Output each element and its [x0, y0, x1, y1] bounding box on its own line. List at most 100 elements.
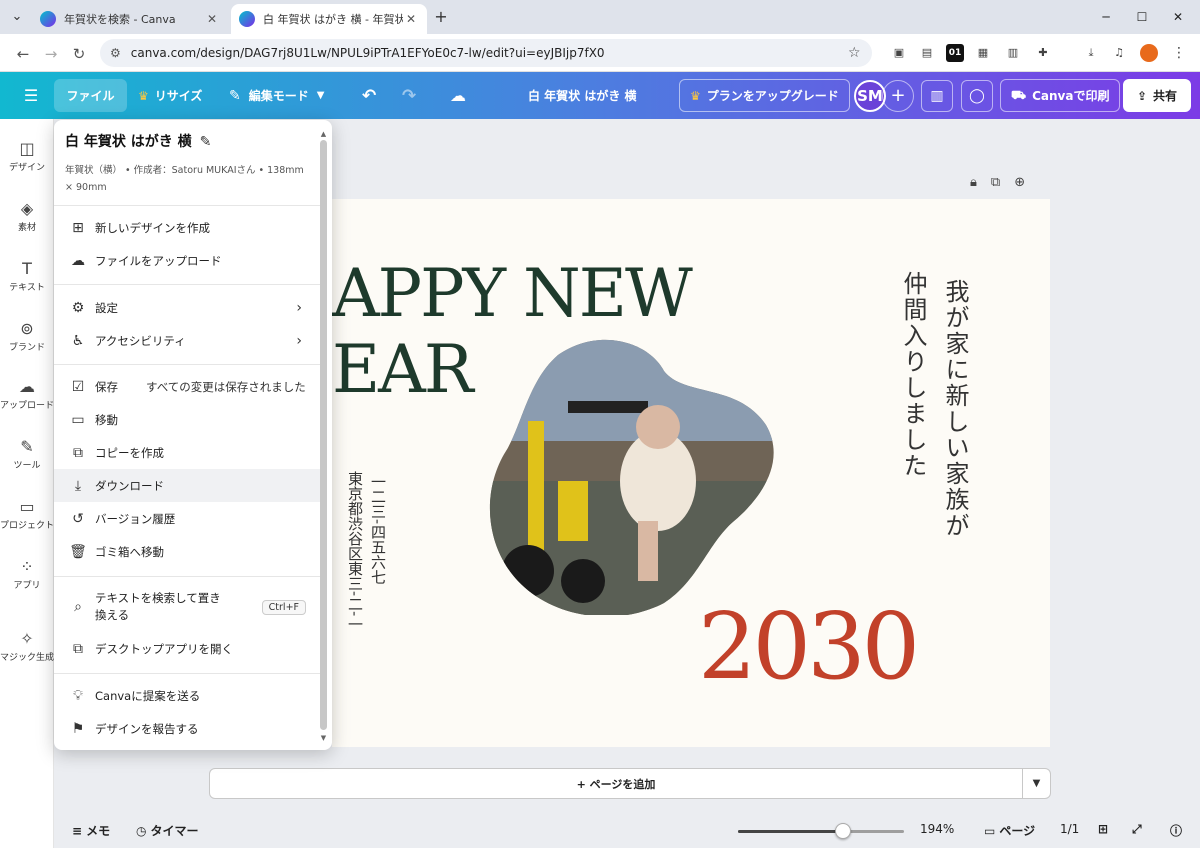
rail-item-label: 素材: [17, 223, 36, 233]
extension-icon[interactable]: ▦: [974, 44, 992, 62]
bookmark-star-icon[interactable]: ☆: [848, 45, 872, 61]
notes-button[interactable]: ≡ メモ: [72, 822, 110, 839]
upload-cloud-icon: ☁: [71, 252, 85, 269]
rail-item-design[interactable]: ◫ デザイン: [0, 139, 54, 173]
duplicate-page-icon[interactable]: ⧉: [991, 175, 1000, 190]
hamburger-menu-icon[interactable]: ☰: [20, 79, 42, 112]
headline-line-2[interactable]: EAR: [332, 337, 474, 403]
year-text[interactable]: 2030: [698, 601, 920, 693]
extension-icon[interactable]: ▥: [1004, 44, 1022, 62]
cloud-save-icon[interactable]: ☁: [450, 79, 466, 112]
add-page-icon[interactable]: ⊕: [1014, 175, 1025, 190]
menu-item-make-copy[interactable]: ⧉ コピーを作成: [54, 436, 320, 469]
close-window-icon[interactable]: ✕: [1160, 6, 1196, 28]
rail-item-upload[interactable]: ☁ アップロード: [0, 377, 54, 411]
rail-item-text[interactable]: T テキスト: [0, 259, 54, 293]
scroll-down-arrow-icon[interactable]: ▼: [320, 734, 327, 742]
grid-view-icon[interactable]: ⊞: [1098, 822, 1108, 836]
share-button[interactable]: ⇪ 共有: [1123, 79, 1191, 112]
add-page-options-chevron-icon[interactable]: ▼: [1022, 768, 1051, 799]
menu-item-download[interactable]: ⤓ ダウンロード: [54, 469, 320, 502]
file-menu-dropdown: 白 年賀状 はがき 横 ✎ 年賀状（横） • 作成者：Satoru MUKAIさん…: [54, 120, 332, 750]
rail-item-elements[interactable]: ◈ 素材: [0, 199, 54, 233]
browser-tab-search[interactable]: 年賀状を検索 - Canva ✕: [32, 4, 228, 34]
menu-item-report-design[interactable]: ⚑ デザインを報告する: [54, 712, 320, 745]
upgrade-plan-button[interactable]: ♛ プランをアップグレード: [679, 79, 850, 112]
lock-icon[interactable]: 🔒︎: [970, 175, 977, 190]
forward-arrow-icon[interactable]: →: [40, 43, 62, 65]
add-collaborator-plus-icon[interactable]: +: [882, 80, 914, 112]
back-arrow-icon[interactable]: ←: [12, 43, 34, 65]
menu-item-version-history[interactable]: ↺ バージョン履歴: [54, 502, 320, 535]
new-tab-plus-icon[interactable]: +: [432, 8, 450, 26]
menu-item-send-feedback[interactable]: 💡︎ Canvaに提案を送る: [54, 679, 320, 712]
browser-tab-design[interactable]: 白 年賀状 はがき 横 - 年賀状 ✕: [231, 4, 427, 34]
menu-item-settings[interactable]: ⚙ 設定 ›: [54, 291, 320, 324]
rail-item-tools[interactable]: ✎ ツール: [0, 437, 54, 471]
rail-item-projects[interactable]: ▭ プロジェクト: [0, 497, 54, 531]
add-page-button[interactable]: + ページを追加: [209, 768, 1023, 799]
insights-chart-icon[interactable]: ▥: [921, 80, 953, 112]
gear-icon: ⚙: [71, 299, 85, 316]
file-menu-title[interactable]: 白 年賀状 はがき 横 ✎: [65, 131, 211, 151]
zoom-slider[interactable]: [738, 823, 904, 839]
extension-icon[interactable]: ▤: [918, 44, 936, 62]
redo-icon[interactable]: ↷: [402, 79, 416, 112]
zoom-slider-thumb[interactable]: [835, 823, 851, 839]
menu-item-move-to-trash[interactable]: 🗑︎ ゴミ箱へ移動: [54, 535, 320, 568]
media-control-icon[interactable]: ♫: [1110, 44, 1128, 62]
more-menu-icon[interactable]: ⋮: [1170, 44, 1188, 62]
text-icon: T: [22, 259, 32, 278]
print-with-canva-button[interactable]: ⛟ Canvaで印刷: [1000, 79, 1121, 112]
menu-item-open-desktop-app[interactable]: ⧉ デスクトップアプリを開く: [54, 632, 320, 665]
scroll-up-arrow-icon[interactable]: ▲: [320, 130, 327, 138]
close-tab-icon[interactable]: ✕: [403, 12, 419, 26]
rename-pencil-icon[interactable]: ✎: [200, 134, 212, 150]
comment-icon[interactable]: ◯: [961, 80, 993, 112]
rail-item-brand[interactable]: ⊚ ブランド: [0, 319, 54, 353]
resize-button[interactable]: ♛ リサイズ: [138, 79, 202, 112]
tab-search-chevron-icon[interactable]: ⌄: [8, 8, 26, 26]
menu-item-move[interactable]: ▭ 移動: [54, 403, 320, 436]
menu-item-upload-file[interactable]: ☁ ファイルをアップロード: [54, 244, 320, 277]
download-icon[interactable]: ⤓: [1082, 44, 1100, 62]
resize-label: リサイズ: [154, 89, 203, 103]
close-tab-icon[interactable]: ✕: [204, 12, 220, 26]
rail-item-magic[interactable]: ✧ マジック生成: [0, 629, 54, 663]
baby-photo[interactable]: [488, 331, 774, 615]
file-menu-scrollbar[interactable]: [320, 140, 327, 730]
menu-item-new-design[interactable]: ⊞ 新しいデザインを作成: [54, 211, 320, 244]
extension-icon[interactable]: ▣: [890, 44, 908, 62]
document-title[interactable]: 白 年賀状 はがき 横: [528, 79, 637, 112]
reload-icon[interactable]: ↻: [68, 43, 90, 65]
menu-item-save[interactable]: ☑ 保存 すべての変更は保存されました: [54, 370, 320, 403]
file-menu-button[interactable]: ファイル: [54, 79, 127, 112]
minimize-icon[interactable]: ─: [1088, 6, 1124, 28]
timer-button[interactable]: ◷ タイマー: [136, 822, 199, 839]
site-settings-icon[interactable]: ⚙: [110, 46, 121, 60]
headline-line-1[interactable]: APPY NEW: [332, 261, 693, 327]
search-icon: ⌕: [74, 599, 82, 615]
address-street-column[interactable]: 東京都渋谷区東三-二-一: [345, 471, 366, 631]
help-icon[interactable]: ⓘ: [1170, 822, 1182, 839]
extensions-puzzle-icon[interactable]: ✚: [1034, 44, 1052, 62]
page-tools: 🔒︎ ⧉ ⊕: [970, 175, 1025, 190]
edit-mode-button[interactable]: ✎ 編集モード ▼: [229, 79, 324, 112]
undo-icon[interactable]: ↶: [362, 79, 376, 112]
zoom-percent[interactable]: 194%: [920, 822, 954, 836]
fullscreen-icon[interactable]: ⤢: [1132, 822, 1142, 837]
design-card[interactable]: APPY NEW EAR 我が家に新しい家族が 仲間入りしました 一二三-四五六…: [332, 199, 1050, 747]
rail-item-apps[interactable]: ⁘ アプリ: [0, 557, 54, 591]
pages-button[interactable]: ▭ ページ: [984, 822, 1035, 839]
extension-badge-icon[interactable]: 01: [946, 44, 964, 62]
address-postal-column[interactable]: 一二三-四五六七: [368, 474, 389, 584]
profile-avatar-icon[interactable]: [1140, 44, 1158, 62]
file-menu-label: ファイル: [66, 89, 115, 103]
shortcut-badge: Ctrl+F: [261, 599, 306, 615]
maximize-icon[interactable]: ☐: [1124, 6, 1160, 28]
menu-item-accessibility[interactable]: ♿︎ アクセシビリティ ›: [54, 324, 320, 357]
message-column-2[interactable]: 仲間入りしました: [896, 271, 931, 479]
url-omnibox[interactable]: ⚙ canva.com/design/DAG7rj8U1Lw/NPUL9iPTr…: [100, 39, 872, 67]
menu-item-find-replace[interactable]: ⌕ テキストを検索して置き換える Ctrl+F: [54, 586, 320, 628]
message-column-1[interactable]: 我が家に新しい家族が: [938, 279, 973, 539]
